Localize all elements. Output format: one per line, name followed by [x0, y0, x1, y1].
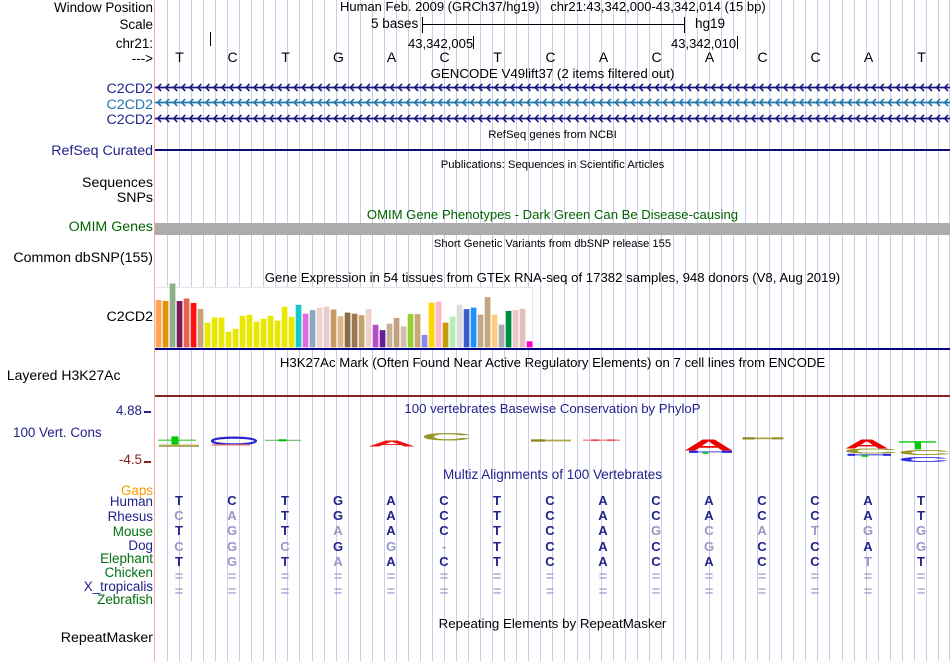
svg-text:C: C [898, 455, 950, 463]
svg-text:C: C [421, 430, 472, 442]
svg-text:A: A [367, 439, 416, 448]
